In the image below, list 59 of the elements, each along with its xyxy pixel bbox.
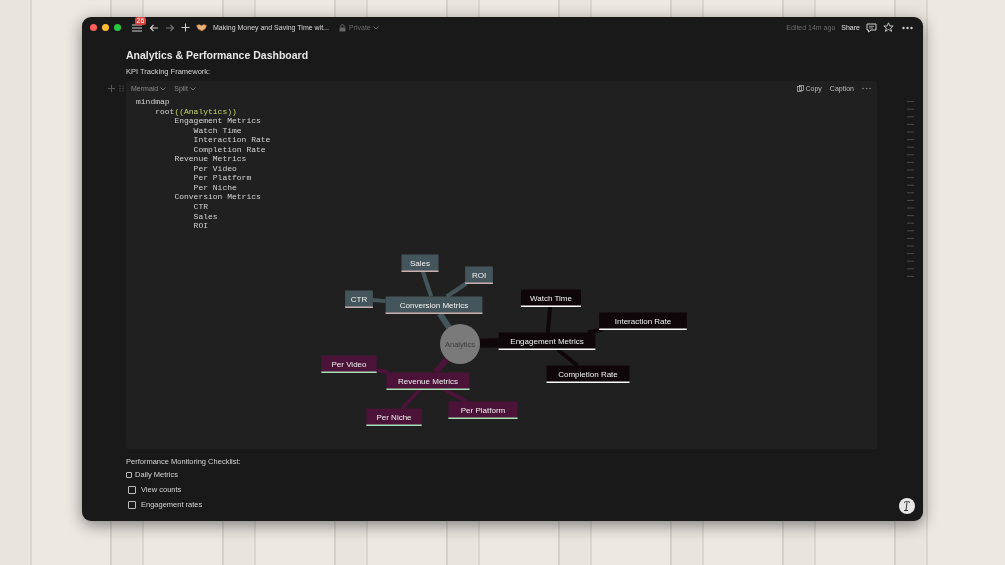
caret-icon [189,86,196,91]
connector-line [372,297,386,303]
checkbox[interactable] [128,500,136,509]
code-line: ROI [192,221,208,231]
caret-icon [160,86,167,91]
code-line: mindmap [136,97,170,107]
mindmap-node[interactable]: Sales [401,254,439,272]
connector-line [437,311,452,329]
minimize-button[interactable] [102,24,109,31]
mindmap-node[interactable]: Revenue Metrics [386,372,470,390]
page-heading: Analytics & Performance Dashboard [126,48,310,63]
mindmap-node[interactable]: Conversion Metrics [385,296,483,314]
comment-icon[interactable] [866,22,877,33]
menu-icon[interactable] [131,22,143,33]
code-line: Interaction Rate [192,135,271,145]
help-icon [902,500,912,512]
connector-line [376,367,389,375]
connector-line [445,281,468,298]
mindmap-node[interactable]: Per Platform [448,401,518,419]
code-line: root((Analytics)) [154,106,237,117]
copy-icon [796,85,804,92]
plus-icon[interactable] [181,23,190,32]
more-icon[interactable] [902,25,913,30]
checkbox[interactable] [128,485,136,494]
code-line: Per Video [192,163,237,174]
connector-line [433,356,450,375]
mindmap-node[interactable]: Per Niche [366,408,422,426]
help-button[interactable] [899,498,915,514]
lock-icon [338,23,346,32]
mindmap-node[interactable]: Per Video [321,355,377,373]
star-icon[interactable] [883,22,894,33]
code-line: Watch Time [192,125,242,136]
connector-line [479,337,499,348]
forward-arrow-icon[interactable] [165,22,175,33]
connector-line [556,347,579,367]
connector-line [545,305,553,333]
mindmap-node[interactable]: CTR [345,290,373,308]
zoom-button[interactable] [114,24,121,31]
connector-line [443,387,468,403]
code-line: Per Platform [192,173,252,183]
mindmap-node[interactable]: Interaction Rate [599,312,687,330]
back-arrow-icon[interactable] [149,22,159,33]
code-line: Engagement Metrics [173,116,261,126]
code-line: Sales [192,211,218,222]
drag-handle-icon[interactable] [119,85,124,92]
code-line: Conversion Metrics [173,192,261,202]
code-line: CTR [192,202,208,212]
connector-line [400,387,422,410]
code-line: Per Niche [192,182,237,193]
close-button[interactable] [90,24,97,31]
caret-icon [372,25,379,30]
mindmap-node[interactable]: ROI [465,266,493,284]
code-line: Revenue Metrics [173,154,247,164]
mindmap-node[interactable]: Engagement Metrics [498,332,596,350]
connector-line [420,270,434,297]
checkbox[interactable] [126,471,132,478]
code-line: Completion Rate [192,144,266,155]
mindmap-node[interactable]: Completion Rate [546,365,630,383]
mindmap-node[interactable]: Watch Time [521,289,581,307]
